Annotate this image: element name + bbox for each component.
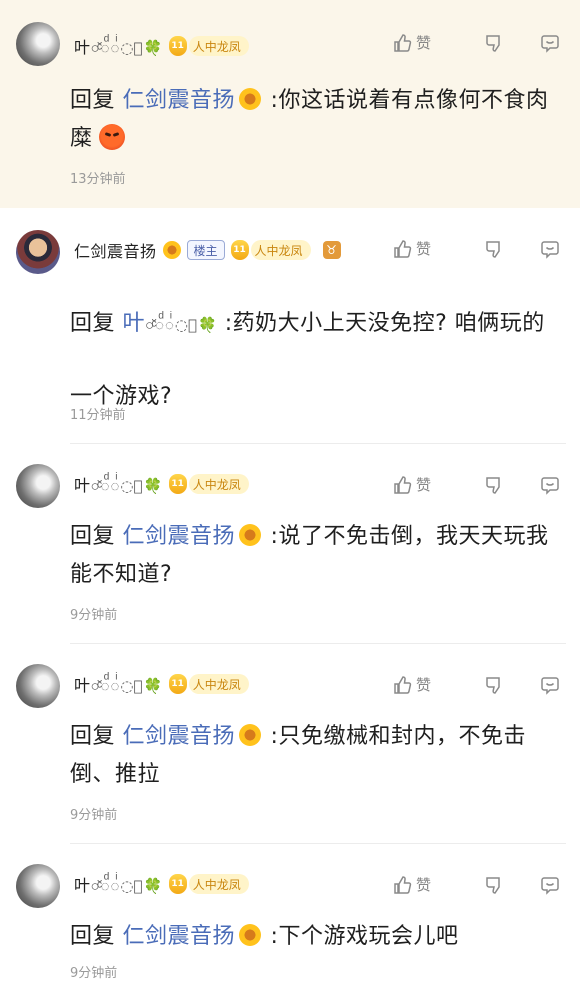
dislike-button[interactable] <box>448 875 504 895</box>
timestamp: 11分钟前 <box>70 408 126 423</box>
level-badge: 11 <box>168 36 187 56</box>
comment-bubble-icon <box>540 239 560 259</box>
mention-link[interactable]: 叶○ͨ̆◌ͩ◌ͥ◌ᷓ🍀 <box>123 311 218 336</box>
reply-button[interactable] <box>504 675 560 695</box>
level-badge: 11 <box>168 674 187 694</box>
reply-button[interactable] <box>504 875 560 895</box>
zodiac-badge: ♉ <box>322 241 341 259</box>
comment-item[interactable]: 叶○ͨ̆◌ͩ◌ͥ◌ᷓ🍀 11 人中龙凤 赞 回复 仁剑震音扬 :说了不免击倒，我… <box>0 444 580 644</box>
comment-body: 回复 仁剑震音扬 :说了不免击倒，我天天玩我能不知道? <box>70 524 549 587</box>
sunflower-icon <box>239 924 262 946</box>
avatar[interactable] <box>16 864 60 908</box>
like-button[interactable]: 赞 <box>392 874 448 895</box>
timestamp: 9分钟前 <box>70 608 118 623</box>
sunflower-icon <box>239 88 262 110</box>
title-badge: 人中龙凤 <box>188 474 249 494</box>
reply-button[interactable] <box>504 475 560 495</box>
thumbs-up-icon <box>392 675 412 695</box>
title-badge: 人中龙凤 <box>188 874 249 894</box>
sunflower-icon <box>239 724 262 746</box>
thumbs-up-icon <box>392 875 412 895</box>
comment-item[interactable]: 叶○ͨ̆◌ͩ◌ͥ◌ᷓ🍀 11 人中龙凤 赞 回复 仁剑震音扬 :下个游戏玩会儿吧… <box>0 844 580 981</box>
timestamp: 9分钟前 <box>70 966 118 981</box>
username[interactable]: 仁剑震音扬 <box>74 238 157 262</box>
comment-item[interactable]: 叶○ͨ̆◌ͩ◌ͥ◌ᷓ🍀 11 人中龙凤 赞 回复 仁剑震音扬 :只免缴械和封内，… <box>0 644 580 844</box>
comment-bubble-icon <box>540 33 560 53</box>
like-button[interactable]: 赞 <box>392 32 448 53</box>
level-badge: 11 <box>168 874 187 894</box>
timestamp: 9分钟前 <box>70 808 118 823</box>
comment-actions: 赞 <box>392 474 560 495</box>
username[interactable]: 叶○ͨ̆◌ͩ◌ͥ◌ᷓ🍀 <box>74 34 163 58</box>
like-button[interactable]: 赞 <box>392 238 448 259</box>
comment-body: 回复 叶○ͨ̆◌ͩ◌ͥ◌ᷓ🍀 :药奶大小上天没免控? 咱俩玩的一个游戏? <box>70 311 545 409</box>
level-badge: 11 <box>230 240 249 260</box>
avatar[interactable] <box>16 664 60 708</box>
sunflower-icon <box>239 524 262 546</box>
thumbs-up-icon <box>392 33 412 53</box>
thumbs-up-icon <box>392 239 412 259</box>
reply-button[interactable] <box>504 239 560 259</box>
user-info: 叶○ͨ̆◌ͩ◌ͥ◌ᷓ🍀 11 人中龙凤 <box>74 672 249 696</box>
thumbs-down-icon <box>484 33 504 53</box>
mention-link[interactable]: 仁剑震音扬 <box>123 924 236 949</box>
timestamp: 13分钟前 <box>70 172 126 187</box>
comment-bubble-icon <box>540 675 560 695</box>
owner-badge: 楼主 <box>186 240 225 260</box>
level-badge: 11 <box>168 474 187 494</box>
avatar[interactable] <box>16 22 60 66</box>
comment-body: 回复 仁剑震音扬 :下个游戏玩会儿吧 <box>70 924 459 949</box>
thumbs-down-icon <box>484 675 504 695</box>
title-badge: 人中龙凤 <box>188 36 249 56</box>
mention-link[interactable]: 仁剑震音扬 <box>123 724 236 749</box>
reply-button[interactable] <box>504 33 560 53</box>
user-info: 仁剑震音扬 楼主 11 人中龙凤 ♉ <box>74 238 341 262</box>
thumbs-down-icon <box>484 875 504 895</box>
comment-bubble-icon <box>540 875 560 895</box>
comment-actions: 赞 <box>392 32 560 53</box>
username[interactable]: 叶○ͨ̆◌ͩ◌ͥ◌ᷓ🍀 <box>74 872 163 896</box>
mention-link[interactable]: 仁剑震音扬 <box>123 524 236 549</box>
comment-item[interactable]: 仁剑震音扬 楼主 11 人中龙凤 ♉ 赞 回复 叶○ͨ̆◌ͩ◌ͥ◌ᷓ🍀 :药奶大… <box>0 208 580 444</box>
comment-bubble-icon <box>540 475 560 495</box>
mention-link[interactable]: 仁剑震音扬 <box>123 88 236 113</box>
thumbs-down-icon <box>484 475 504 495</box>
title-badge: 人中龙凤 <box>250 240 311 260</box>
comment-body: 回复 仁剑震音扬 :只免缴械和封内，不免击倒、推拉 <box>70 724 526 787</box>
comment-actions: 赞 <box>392 674 560 695</box>
dislike-button[interactable] <box>448 675 504 695</box>
username[interactable]: 叶○ͨ̆◌ͩ◌ͥ◌ᷓ🍀 <box>74 472 163 496</box>
thumbs-down-icon <box>484 239 504 259</box>
user-info: 叶○ͨ̆◌ͩ◌ͥ◌ᷓ🍀 11 人中龙凤 <box>74 34 249 58</box>
dislike-button[interactable] <box>448 239 504 259</box>
dislike-button[interactable] <box>448 475 504 495</box>
dislike-button[interactable] <box>448 33 504 53</box>
user-info: 叶○ͨ̆◌ͩ◌ͥ◌ᷓ🍀 11 人中龙凤 <box>74 872 249 896</box>
username[interactable]: 叶○ͨ̆◌ͩ◌ͥ◌ᷓ🍀 <box>74 672 163 696</box>
sunflower-icon <box>162 241 181 259</box>
comment-actions: 赞 <box>392 874 560 895</box>
title-badge: 人中龙凤 <box>188 674 249 694</box>
thumbs-up-icon <box>392 475 412 495</box>
user-info: 叶○ͨ̆◌ͩ◌ͥ◌ᷓ🍀 11 人中龙凤 <box>74 472 249 496</box>
avatar[interactable] <box>16 230 60 274</box>
like-button[interactable]: 赞 <box>392 674 448 695</box>
like-button[interactable]: 赞 <box>392 474 448 495</box>
comment-item[interactable]: 叶○ͨ̆◌ͩ◌ͥ◌ᷓ🍀 11 人中龙凤 赞 回复 仁剑震音扬 :你这话说着有点像… <box>0 0 580 208</box>
angry-face-icon <box>98 124 125 150</box>
avatar[interactable] <box>16 464 60 508</box>
comment-actions: 赞 <box>392 238 560 259</box>
comment-body: 回复 仁剑震音扬 :你这话说着有点像何不食肉糜 <box>70 88 549 151</box>
